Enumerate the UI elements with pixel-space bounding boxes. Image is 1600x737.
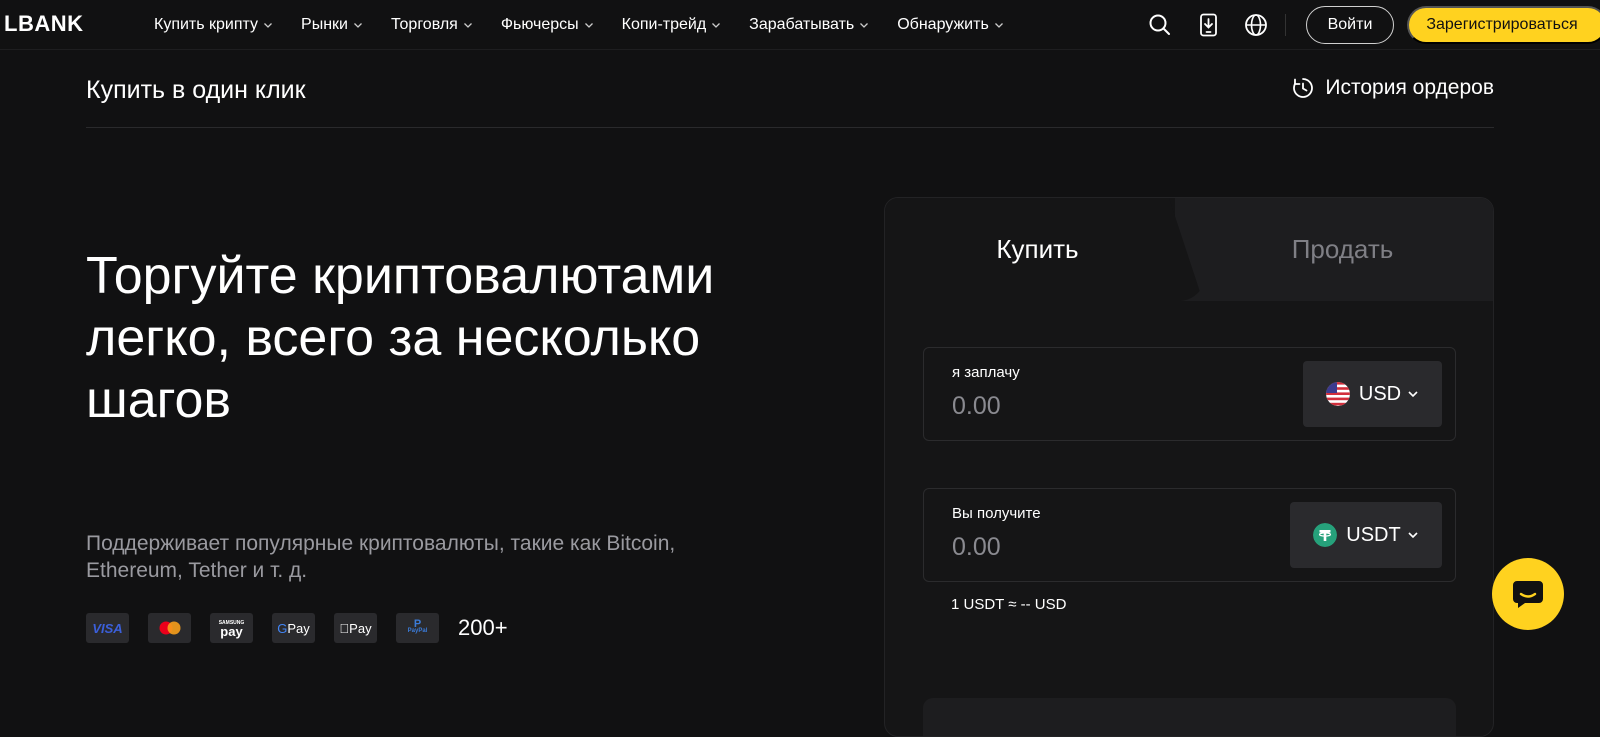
history-clock-icon [1293,78,1314,98]
gpay-logo: G Pay [272,613,315,643]
chevron-down-icon [994,23,1003,28]
page-title: Купить в один клик [86,76,306,104]
trade-card: Купить Продать я заплачу USD [884,197,1494,737]
trade-tabs: Купить Продать [885,198,1493,301]
hero-subtitle: Поддерживает популярные криптовалюты, та… [86,532,676,582]
payment-methods: VISA SAMSUNGpay GPay Pay PPayPal 200+ [86,613,508,643]
apple-pay-logo: Pay [334,613,377,643]
more-payment-methods: 200+ [458,615,508,640]
menu-markets[interactable]: Рынки [301,16,363,34]
chevron-down-icon [712,23,721,28]
order-history-label: История ордеров [1325,76,1494,99]
menu-earn[interactable]: Зарабатывать [749,16,869,34]
samsung-pay-logo: SAMSUNG pay [210,613,253,643]
top-nav: LBANK Купить крипту Рынки Торговля Фьюче… [0,0,1600,50]
receive-field: Вы получите USDT [923,488,1456,582]
mastercard-logo [148,613,191,643]
support-chat-button[interactable] [1492,558,1564,630]
pay-currency-label: USD [1358,382,1402,405]
pay-label: я заплачу [952,364,1020,381]
menu-item-label: Зарабатывать [749,16,855,33]
chevron-down-icon [584,23,593,28]
menu-item-label: Обнаружить [897,16,989,33]
search-icon[interactable] [1147,12,1173,38]
chevron-down-icon [860,23,869,28]
menu-buy-crypto[interactable]: Купить крипту [154,16,273,34]
menu-futures[interactable]: Фьючерсы [501,16,594,34]
pay-currency-select[interactable]: USD [1303,361,1442,427]
chevron-down-icon [1408,391,1418,398]
menu-trade[interactable]: Торговля [391,16,473,34]
exchange-rate: 1 USDT ≈ -- USD [951,596,1067,613]
paypal-logo: P PayPal [396,613,439,643]
hero-headline: Торгуйте криптовалютами легко, всего за … [86,247,715,429]
menu-item-label: Рынки [301,16,348,33]
menu-item-label: Купить крипту [154,16,259,33]
visa-logo: VISA [86,613,129,643]
download-app-icon[interactable] [1196,12,1222,38]
tab-buy[interactable]: Купить [885,198,1190,301]
tab-sell[interactable]: Продать [1190,198,1493,301]
menu-copy-trade[interactable]: Копи-трейд [622,16,722,34]
menu-discover[interactable]: Обнаружить [897,16,1004,34]
chevron-down-icon [1408,532,1418,539]
register-button[interactable]: Зарегистрироваться [1407,6,1600,44]
chevron-down-icon [264,23,273,28]
order-history-link[interactable]: История ордеров [1291,76,1494,100]
chevron-down-icon [354,23,362,28]
lbank-logo[interactable]: LBANK [4,11,84,37]
tether-icon [1313,523,1338,547]
receive-label: Вы получите [952,505,1041,522]
menu-item-label: Фьючерсы [500,16,579,33]
us-flag-icon [1325,382,1350,406]
main-menu: Купить крипту Рынки Торговля Фьючерсы Ко… [154,0,1032,50]
receive-currency-label: USDT [1346,523,1401,546]
pay-field: я заплачу USD [923,347,1456,441]
menu-item-label: Копи-трейд [621,16,707,33]
chevron-down-icon [463,23,472,28]
receive-currency-select[interactable]: USDT [1290,502,1442,568]
submit-area [923,698,1456,736]
nav-divider [1285,14,1286,36]
page-header: Купить в один клик История ордеров [86,64,1494,128]
receive-amount-input[interactable] [952,533,1252,562]
login-button[interactable]: Войти [1306,6,1394,44]
pay-amount-input[interactable] [952,392,1252,421]
menu-item-label: Торговля [391,16,458,33]
chat-bubble-icon [1513,581,1543,608]
globe-icon[interactable] [1243,12,1269,38]
